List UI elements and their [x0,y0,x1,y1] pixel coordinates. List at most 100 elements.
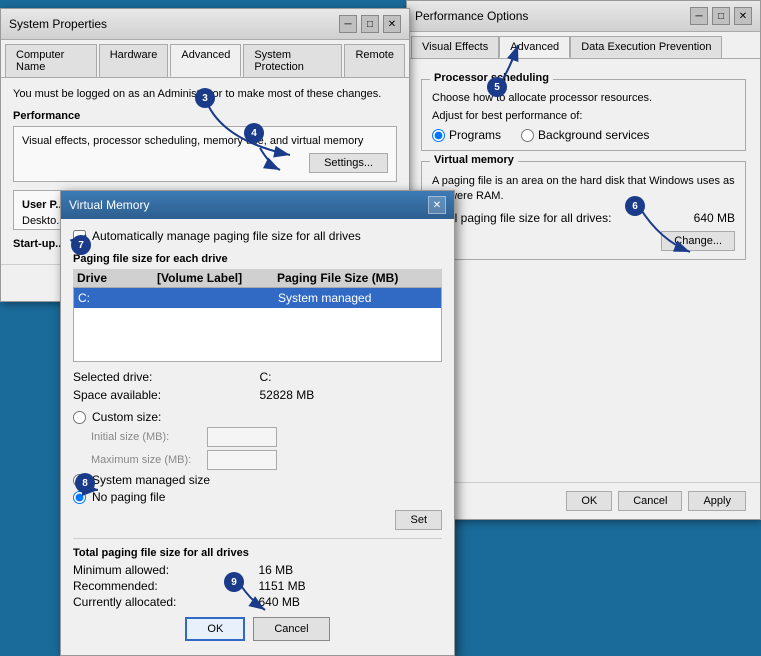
perf-bottom-btns: OK Cancel Apply [407,482,760,519]
badge-7: 7 [71,235,91,255]
no-paging-radio-row: No paging file [73,490,442,504]
col-volume: [Volume Label] [157,271,277,285]
currently-allocated-value: 640 MB [259,595,443,609]
perf-apply-button[interactable]: Apply [688,491,746,511]
max-size-row: Maximum size (MB): [91,450,442,470]
currently-allocated-label: Currently allocated: [73,595,257,609]
set-button[interactable]: Set [395,510,442,530]
col-size: Paging File Size (MB) [277,271,438,285]
col-drive: Drive [77,271,157,285]
perf-title: Performance Options [415,9,528,23]
tab-data-execution[interactable]: Data Execution Prevention [570,36,722,58]
tab-perf-advanced[interactable]: Advanced [499,36,570,58]
paging-options: Custom size: Initial size (MB): Maximum … [73,410,442,504]
processor-radio-group: Programs Background services [432,128,735,142]
programs-radio-label[interactable]: Programs [432,128,501,142]
total-value: 640 MB [694,211,735,225]
system-managed-label: System managed size [92,473,210,487]
auto-manage-row: Automatically manage paging file size fo… [73,229,442,243]
custom-size-radio-row: Custom size: [73,410,442,424]
performance-desc: Visual effects, processor scheduling, me… [22,135,388,147]
badge-6: 6 [625,196,645,216]
background-radio-label[interactable]: Background services [521,128,649,142]
perf-cancel-button[interactable]: Cancel [618,491,682,511]
settings-button[interactable]: Settings... [309,153,388,173]
tab-advanced[interactable]: Advanced [170,44,241,77]
virtual-memory-group: Virtual memory A paging file is an area … [421,161,746,260]
virt-close-button[interactable]: ✕ [428,196,446,214]
sys-props-tabs: Computer Name Hardware Advanced System P… [1,40,409,78]
custom-size-radio[interactable] [73,411,86,424]
change-button[interactable]: Change... [661,231,735,251]
virt-dialog-content: Automatically manage paging file size fo… [61,219,454,655]
drive-table-body[interactable]: C: System managed [73,287,442,362]
virtual-memory-desc: A paging file is an area on the hard dis… [432,174,735,205]
space-avail-value: 52828 MB [260,388,443,402]
tab-computer-name[interactable]: Computer Name [5,44,97,77]
selected-drive-value: C: [260,370,443,384]
space-avail-label: Space available: [73,388,256,402]
performance-section: Visual effects, processor scheduling, me… [13,126,397,182]
drive-table-header: Drive [Volume Label] Paging File Size (M… [73,269,442,287]
performance-label: Performance [13,110,397,122]
set-btn-row: Set [73,510,442,530]
badge-4: 4 [244,123,264,143]
virtual-memory-total-row: Total paging file size for all drives: 6… [432,211,735,225]
perf-titlebar: Performance Options ─ □ ✕ [407,1,760,32]
initial-size-input[interactable] [207,427,277,447]
maximize-button[interactable]: □ [361,15,379,33]
drive-c-label [158,291,278,305]
perf-maximize-button[interactable]: □ [712,7,730,25]
drive-row-c[interactable]: C: System managed [74,288,441,308]
perf-minimize-button[interactable]: ─ [690,7,708,25]
initial-size-label: Initial size (MB): [91,431,201,443]
sys-props-titlebar: System Properties ─ □ ✕ [1,9,409,40]
tab-visual-effects[interactable]: Visual Effects [411,36,499,58]
max-size-input[interactable] [207,450,277,470]
tab-system-protection[interactable]: System Protection [243,44,342,77]
window-controls: ─ □ ✕ [339,15,401,33]
badge-8: 8 [75,473,95,493]
minimize-button[interactable]: ─ [339,15,357,33]
no-paging-label: No paging file [92,490,165,504]
user-profiles-label: User P... [22,199,65,211]
adjust-label: Adjust for best performance of: [432,110,735,122]
background-radio[interactable] [521,129,534,142]
system-managed-radio-row: System managed size [73,473,442,487]
programs-radio[interactable] [432,129,445,142]
perf-content: Processor scheduling Choose how to alloc… [407,59,760,280]
dialog-cancel-button[interactable]: Cancel [253,617,329,641]
total-grid: Minimum allowed: 16 MB Recommended: 1151… [73,563,442,609]
tab-remote[interactable]: Remote [344,44,405,77]
perf-tabs: Visual Effects Advanced Data Execution P… [407,32,760,59]
badge-3: 3 [195,88,215,108]
initial-size-row: Initial size (MB): [91,427,442,447]
drive-section-label: Paging file size for each drive [73,253,442,265]
background-label: Background services [538,128,649,142]
perf-window-controls: ─ □ ✕ [690,7,752,25]
performance-options-window: Performance Options ─ □ ✕ Visual Effects… [406,0,761,520]
perf-close-button[interactable]: ✕ [734,7,752,25]
total-section-label: Total paging file size for all drives [73,547,442,559]
tab-hardware[interactable]: Hardware [99,44,169,77]
auto-manage-label: Automatically manage paging file size fo… [92,229,361,243]
drive-c-letter: C: [78,291,158,305]
custom-size-label: Custom size: [92,410,161,424]
min-allowed-value: 16 MB [259,563,443,577]
processor-scheduling-desc: Choose how to allocate processor resourc… [432,92,735,104]
startup-label: Start-up... [13,238,64,250]
virt-dialog-titlebar: Virtual Memory ✕ [61,191,454,219]
dialog-buttons: OK Cancel [73,609,442,645]
dialog-ok-button[interactable]: OK [185,617,245,641]
selected-drive-label: Selected drive: [73,370,256,384]
processor-scheduling-group: Processor scheduling Choose how to alloc… [421,79,746,151]
perf-ok-button[interactable]: OK [566,491,612,511]
virtual-memory-dialog: Virtual Memory ✕ Automatically manage pa… [60,190,455,656]
programs-label: Programs [449,128,501,142]
total-section: Total paging file size for all drives Mi… [73,538,442,609]
drive-info: Selected drive: C: Space available: 5282… [73,370,442,402]
max-size-label: Maximum size (MB): [91,454,201,466]
close-button[interactable]: ✕ [383,15,401,33]
badge-5: 5 [487,77,507,97]
virt-dialog-title: Virtual Memory [69,198,149,212]
